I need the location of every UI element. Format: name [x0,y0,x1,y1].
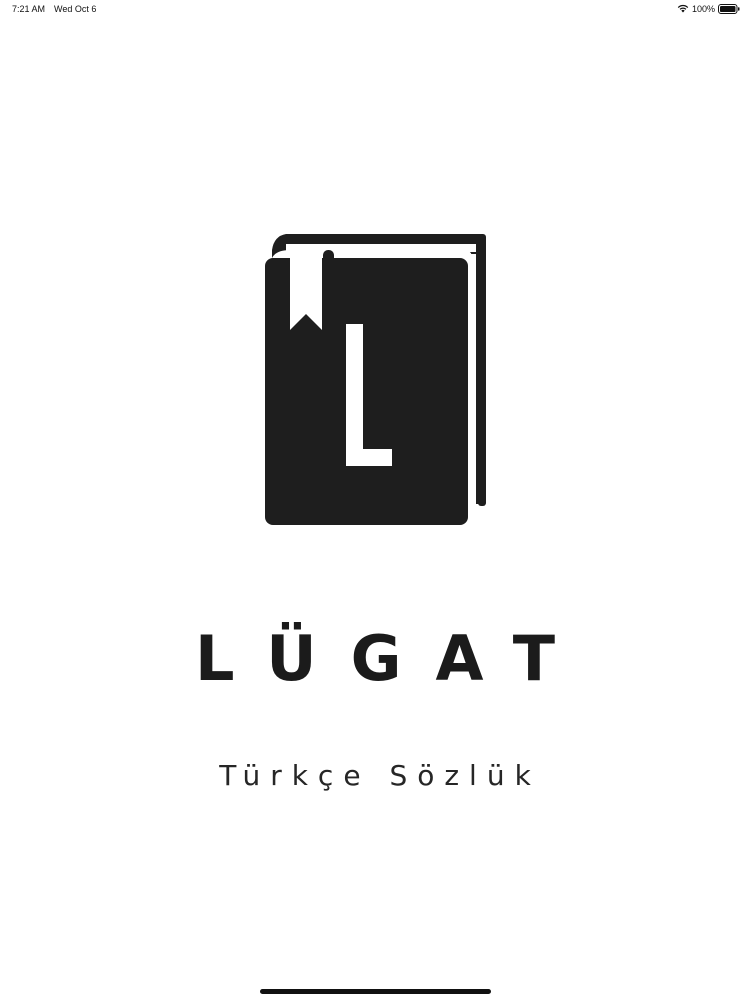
status-indicators: 100% [677,3,740,14]
home-indicator[interactable] [260,989,491,994]
book-bookmark-icon [262,232,488,528]
battery-icon [718,3,740,14]
battery-percentage: 100% [691,4,715,14]
status-date: Wed Oct 6 [54,4,97,14]
app-name: LÜGAT [195,622,589,695]
wifi-icon [677,4,689,13]
splash-screen: 7:21 AM Wed Oct 6 100% LÜGAT Türkçe Sözl… [0,0,750,1000]
status-time: 7:21 AM [12,4,46,14]
app-subtitle: Türkçe Sözlük [219,759,541,792]
status-bar: 7:21 AM Wed Oct 6 100% [0,0,750,18]
